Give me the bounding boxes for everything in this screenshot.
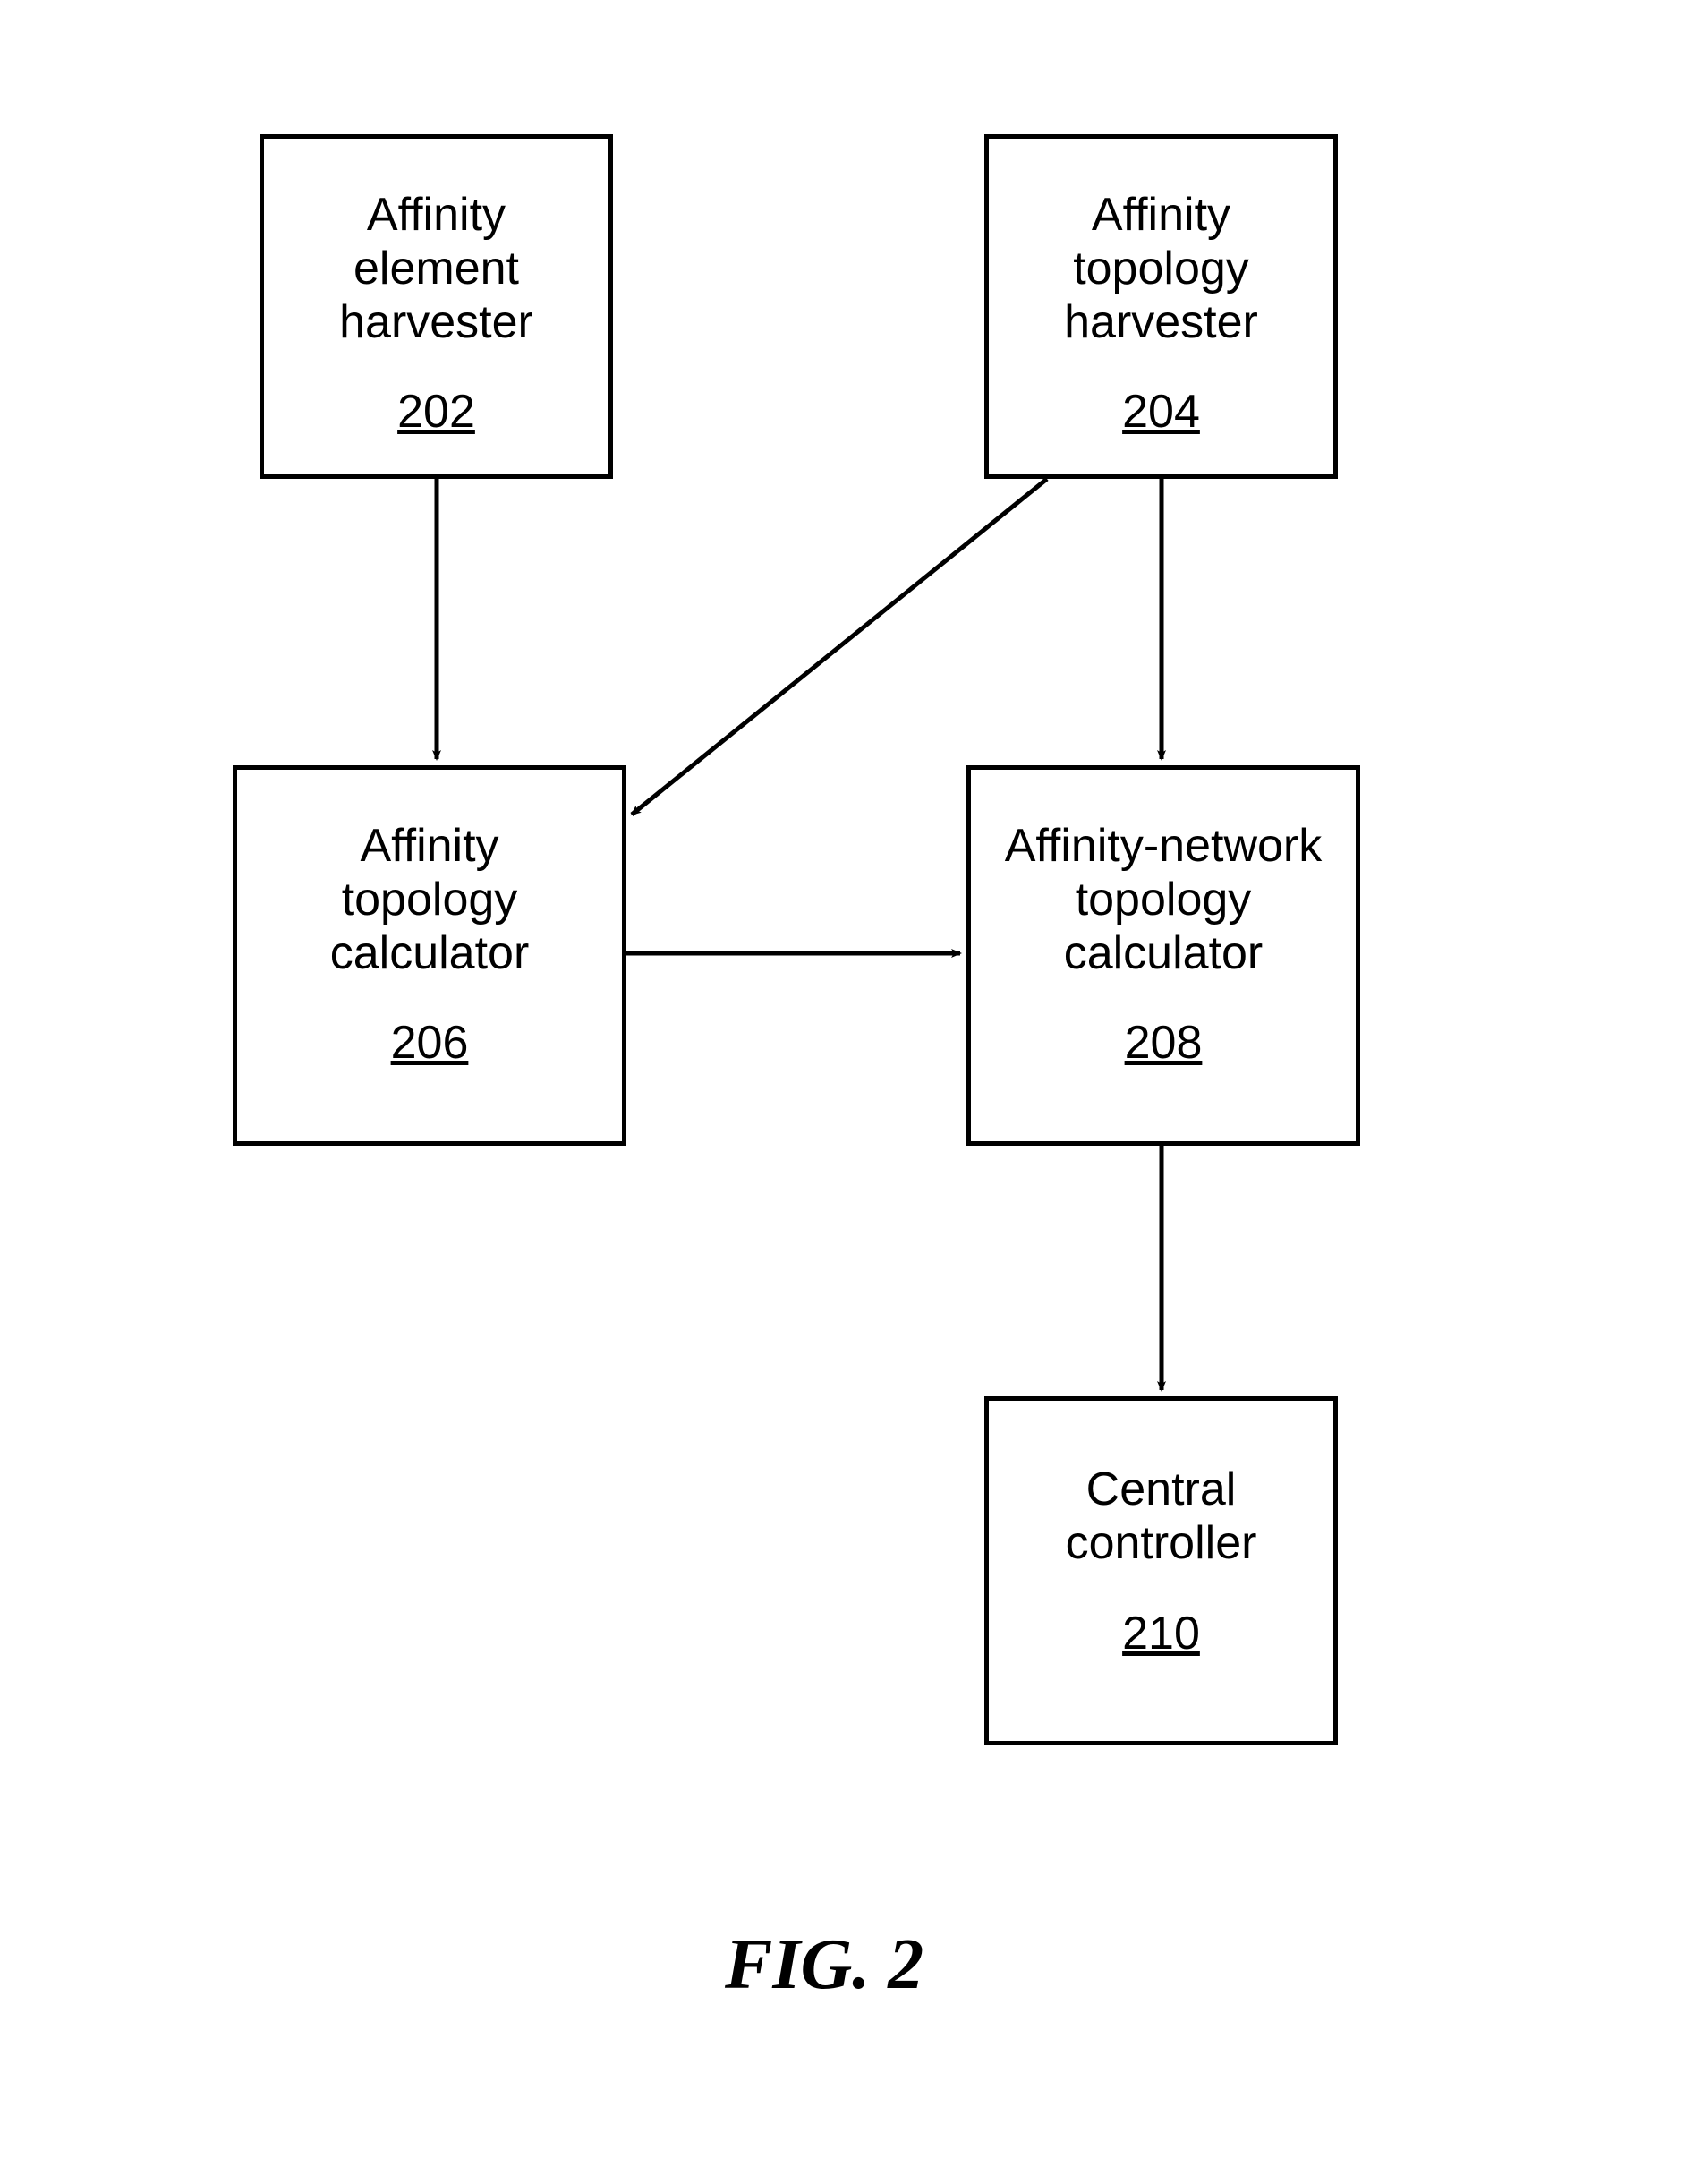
arrow-204-to-206: [632, 479, 1047, 815]
box-label: Affinity-network topology calculator: [1005, 820, 1323, 980]
box-number: 202: [397, 385, 475, 439]
figure-caption: FIG. 2: [725, 1924, 923, 2006]
box-affinity-topology-calculator: Affinity topology calculator 206: [233, 765, 626, 1146]
box-affinity-topology-harvester: Affinity topology harvester 204: [984, 134, 1338, 479]
box-number: 204: [1122, 385, 1200, 439]
box-number: 210: [1122, 1607, 1200, 1660]
box-affinity-element-harvester: Affinity element harvester 202: [260, 134, 613, 479]
box-label: Affinity topology calculator: [330, 820, 530, 980]
box-label: Central controller: [1066, 1463, 1257, 1571]
box-affinity-network-topology-calculator: Affinity-network topology calculator 208: [966, 765, 1360, 1146]
box-central-controller: Central controller 210: [984, 1396, 1338, 1745]
box-label: Affinity element harvester: [339, 189, 533, 349]
box-number: 206: [391, 1016, 469, 1070]
box-label: Affinity topology harvester: [1064, 189, 1258, 349]
diagram-page: Affinity element harvester 202 Affinity …: [0, 0, 1685, 2184]
box-number: 208: [1125, 1016, 1203, 1070]
